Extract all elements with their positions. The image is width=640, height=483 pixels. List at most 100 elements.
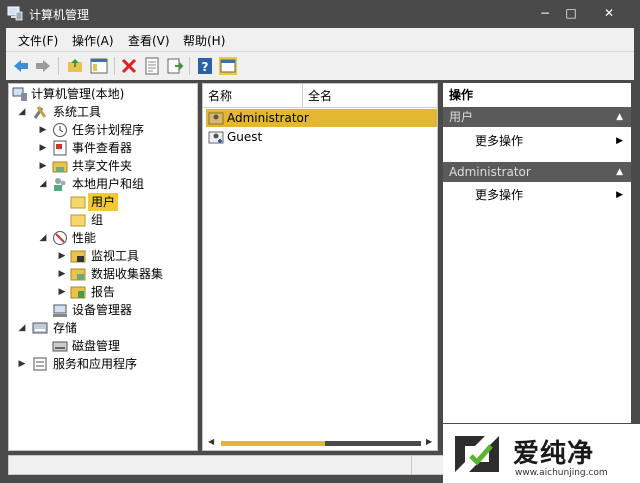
list-item-guest[interactable]: Guest [206, 128, 437, 146]
brand-logo-icon [455, 436, 499, 472]
actions-pane: 操作 用户 ▲ 更多操作 ▶ Administrator ▲ 更多操作 ▶ [443, 83, 631, 423]
disk-management-icon [52, 341, 68, 352]
back-arrow-icon[interactable] [12, 57, 30, 75]
tree-item-users[interactable]: 用户 [9, 193, 197, 211]
clock-icon [53, 123, 67, 137]
tree-item-local-users-groups[interactable]: ◢ 本地用户和组 [9, 175, 197, 193]
list-item-label: Administrator [227, 111, 309, 125]
user-list-pane: 名称 全名 Administrator Guest ◀ ▶ [202, 83, 438, 451]
horizontal-scrollbar[interactable]: ◀ ▶ [206, 436, 436, 450]
close-button[interactable]: ✕ [598, 3, 620, 23]
tree-item-event-viewer[interactable]: ▶ 事件查看器 [9, 139, 197, 157]
folder-open-icon [70, 196, 86, 209]
list-item-label: Guest [227, 130, 263, 144]
collapse-arrow-icon[interactable]: ▲ [616, 107, 623, 127]
scroll-left-arrow-icon[interactable]: ◀ [208, 437, 214, 446]
computer-management-icon [7, 6, 23, 21]
submenu-arrow-icon: ▶ [616, 136, 623, 146]
collapsed-arrow-icon[interactable]: ▶ [38, 157, 48, 175]
section-label: Administrator [449, 165, 531, 179]
expanded-arrow-icon[interactable]: ◢ [38, 229, 48, 247]
console-tree: 计算机管理(本地) ◢ 系统工具 ▶ 任务计划程序 ▶ 事件查看器 ▶ 共享文件… [8, 83, 198, 451]
actions-section-users[interactable]: 用户 ▲ [443, 107, 631, 127]
scrollbar-thumb[interactable] [221, 441, 325, 446]
tree-item-data-collector-sets[interactable]: ▶ 数据收集器集 [9, 265, 197, 283]
export-list-icon[interactable] [166, 57, 184, 75]
tree-label: 报告 [91, 285, 116, 299]
computer-management-icon [12, 87, 27, 101]
tree-item-task-scheduler[interactable]: ▶ 任务计划程序 [9, 121, 197, 139]
users-group-icon [54, 178, 66, 191]
actions-title: 操作 [443, 85, 631, 105]
watermark-logo: 爱纯净 www.aichunjing.com [443, 424, 640, 483]
expanded-arrow-icon[interactable]: ◢ [17, 319, 27, 337]
tree-item-shared-folders[interactable]: ▶ 共享文件夹 [9, 157, 197, 175]
menu-view[interactable]: 查看(V) [128, 32, 170, 49]
more-actions-administrator[interactable]: 更多操作 ▶ [443, 185, 631, 205]
column-header-fullname[interactable]: 全名 [303, 84, 437, 108]
tree-label: 事件查看器 [72, 141, 133, 155]
maximize-button[interactable]: □ [560, 3, 582, 23]
data-collector-icon [70, 268, 86, 281]
tree-item-groups[interactable]: 组 [9, 211, 197, 229]
collapsed-arrow-icon[interactable]: ▶ [57, 283, 67, 301]
folder-icon [70, 214, 86, 227]
action-label: 更多操作 [475, 134, 524, 148]
tree-label: 服务和应用程序 [53, 357, 138, 371]
properties-icon[interactable] [143, 57, 161, 75]
svg-text:?: ? [202, 60, 209, 74]
tree-item-services-apps[interactable]: ▶ 服务和应用程序 [9, 355, 197, 373]
show-hide-action-pane-icon[interactable] [219, 57, 237, 75]
event-viewer-icon [53, 140, 67, 156]
window-title: 计算机管理 [29, 8, 90, 22]
storage-icon [32, 322, 48, 334]
tree-label: 存储 [53, 321, 78, 335]
tree-item-device-manager[interactable]: 设备管理器 [9, 301, 197, 319]
collapsed-arrow-icon[interactable]: ▶ [57, 265, 67, 283]
tree-label: 本地用户和组 [72, 177, 145, 191]
menu-file[interactable]: 文件(F) [18, 32, 58, 49]
tree-label: 设备管理器 [72, 303, 133, 317]
action-label: 更多操作 [475, 188, 524, 202]
tree-item-computer-management[interactable]: 计算机管理(本地) [9, 85, 197, 103]
reports-folder-icon [70, 286, 86, 299]
actions-section-administrator[interactable]: Administrator ▲ [443, 162, 631, 182]
menu-help[interactable]: 帮助(H) [183, 32, 225, 49]
column-header-name[interactable]: 名称 [203, 84, 303, 108]
tree-item-system-tools[interactable]: ◢ 系统工具 [9, 103, 197, 121]
minimize-button[interactable]: − [534, 3, 556, 23]
collapsed-arrow-icon[interactable]: ▶ [38, 139, 48, 157]
device-manager-icon [53, 304, 67, 317]
submenu-arrow-icon: ▶ [616, 190, 623, 200]
tree-label: 性能 [72, 231, 97, 245]
collapsed-arrow-icon[interactable]: ▶ [38, 121, 48, 139]
collapsed-arrow-icon[interactable]: ▶ [57, 247, 67, 265]
expanded-arrow-icon[interactable]: ◢ [38, 175, 48, 193]
status-divider [411, 456, 412, 474]
tree-item-performance[interactable]: ◢ 性能 [9, 229, 197, 247]
tree-label: 监视工具 [91, 249, 140, 263]
show-hide-tree-icon[interactable] [90, 57, 108, 75]
up-folder-icon[interactable] [66, 57, 84, 75]
help-icon[interactable]: ? [196, 57, 214, 75]
watermark-url: www.aichunjing.com [515, 468, 608, 478]
disabled-user-icon [208, 131, 224, 144]
tree-item-storage[interactable]: ◢ 存储 [9, 319, 197, 337]
services-icon [33, 357, 47, 371]
forward-arrow-icon[interactable] [34, 57, 52, 75]
collapsed-arrow-icon[interactable]: ▶ [17, 355, 27, 373]
tree-item-disk-management[interactable]: 磁盘管理 [9, 337, 197, 355]
tree-item-reports[interactable]: ▶ 报告 [9, 283, 197, 301]
delete-icon[interactable] [120, 57, 138, 75]
tree-item-monitoring-tools[interactable]: ▶ 监视工具 [9, 247, 197, 265]
tree-label: 系统工具 [53, 105, 102, 119]
menu-action[interactable]: 操作(A) [72, 32, 114, 49]
scroll-right-arrow-icon[interactable]: ▶ [426, 437, 432, 446]
tools-icon [33, 106, 47, 119]
collapse-arrow-icon[interactable]: ▲ [616, 162, 623, 182]
section-label: 用户 [449, 110, 474, 124]
list-item-administrator[interactable]: Administrator [206, 109, 437, 127]
expanded-arrow-icon[interactable]: ◢ [17, 103, 27, 121]
more-actions-users[interactable]: 更多操作 ▶ [443, 131, 631, 151]
tree-label: 任务计划程序 [72, 123, 145, 137]
